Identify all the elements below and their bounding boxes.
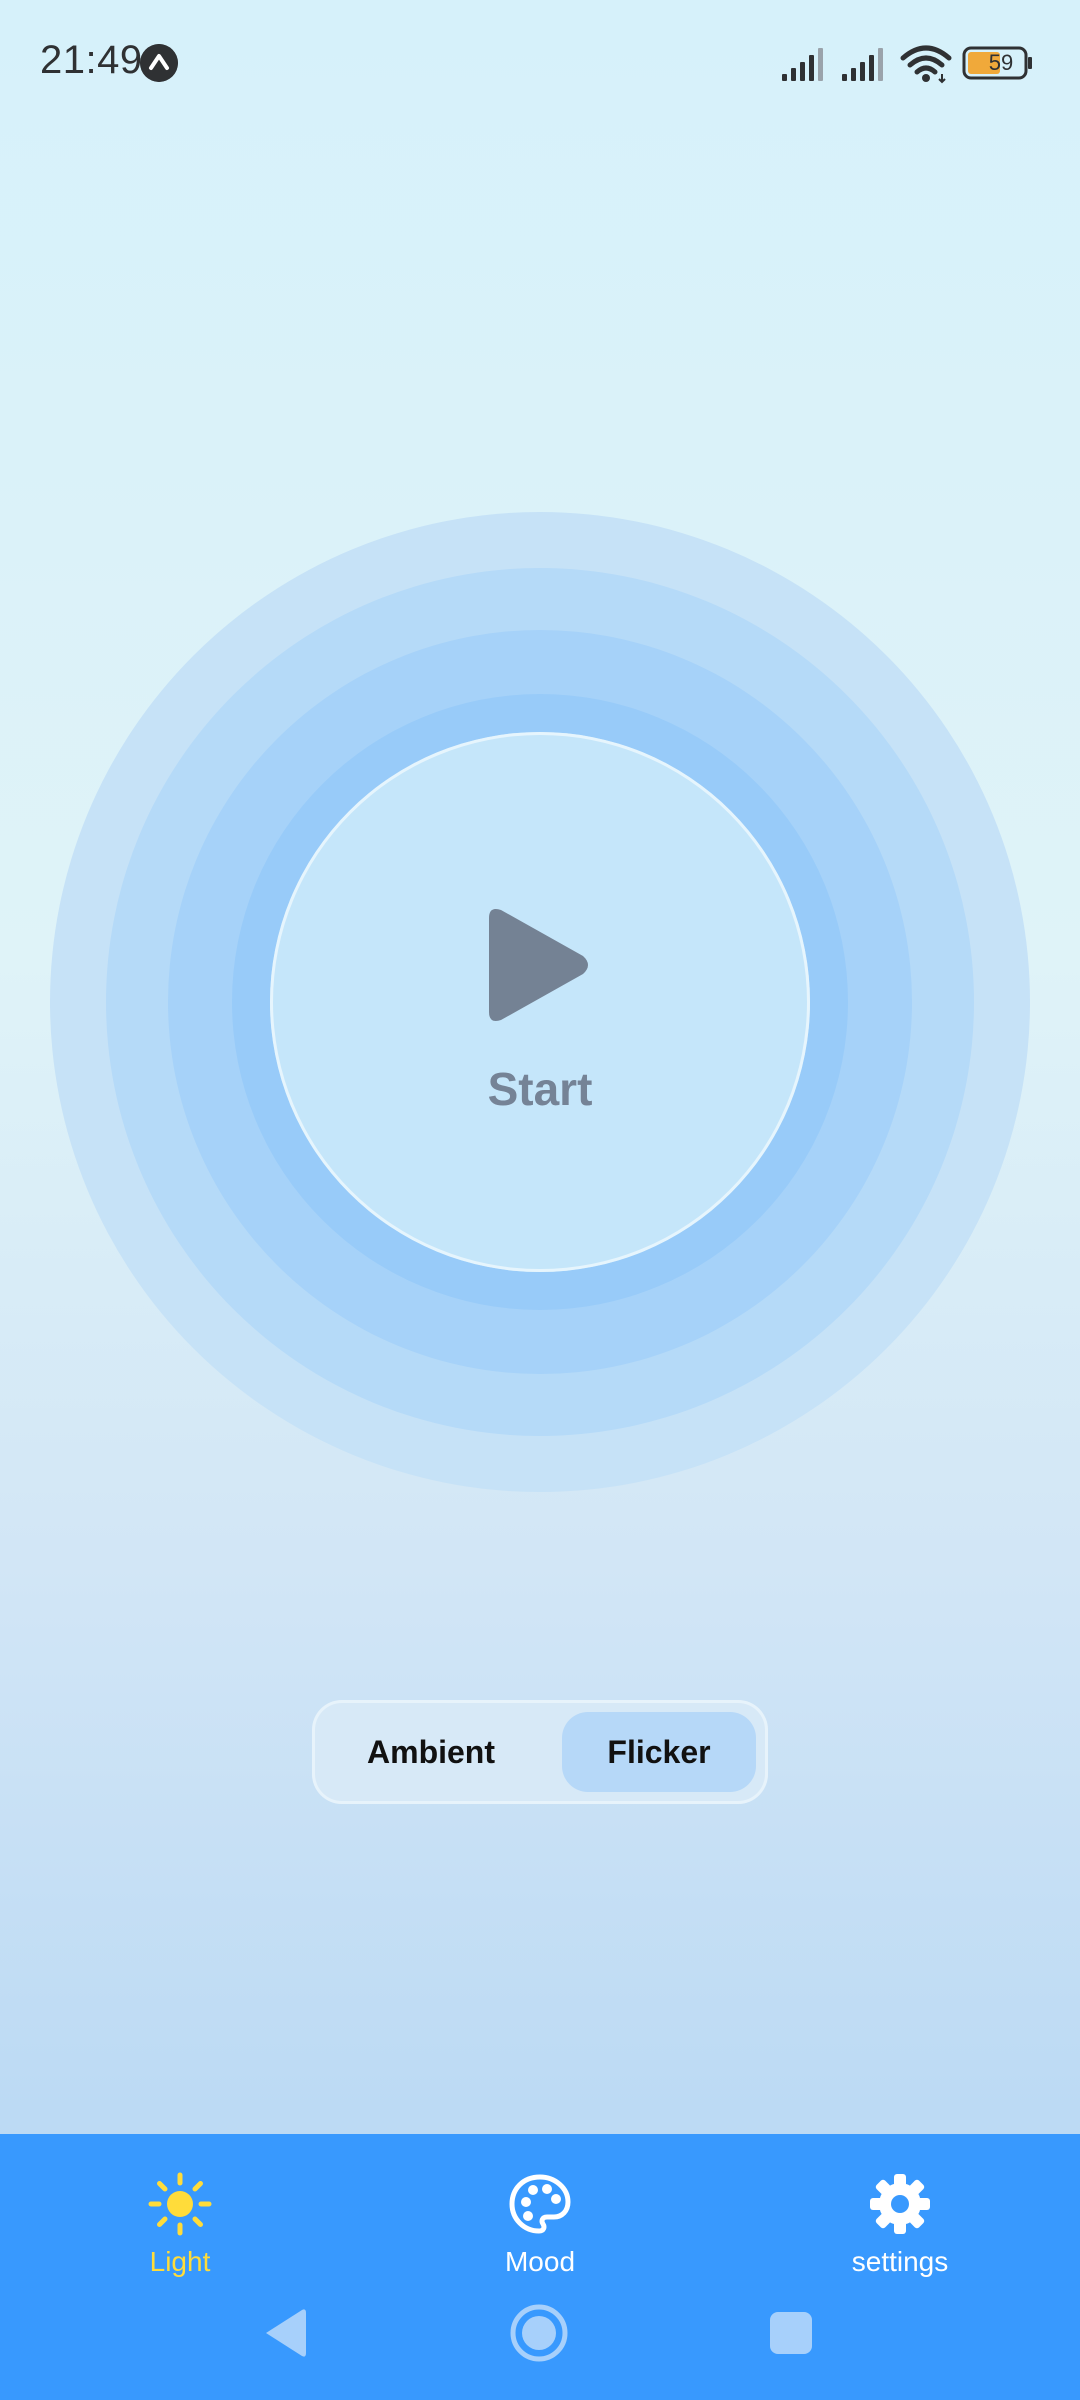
mode-option-ambient[interactable]: Ambient [326,1712,536,1792]
home-icon[interactable] [504,2298,574,2368]
nav-label-settings: settings [851,2246,949,2277]
play-icon[interactable] [485,904,593,1026]
back-icon[interactable] [250,2298,320,2368]
mode-toggle: Ambient Flicker [312,1700,768,1804]
sun-icon [148,2172,212,2236]
recents-icon[interactable] [756,2298,826,2368]
start-label[interactable]: Start [370,1062,710,1116]
palette-icon [509,2174,571,2234]
signal-bars-icon [782,48,823,81]
wifi-icon [900,45,952,84]
battery-level: 59 [988,50,1014,75]
status-time: 21:49 [40,38,143,82]
bottom-nav-bar: Light Mood settings [0,2134,1080,2400]
signal-bars-icon [842,48,883,81]
mode-option-flicker[interactable]: Flicker [562,1712,756,1792]
nav-item-light[interactable]: Light [80,2154,280,2294]
nav-label-mood: Mood [504,2246,576,2277]
nav-item-settings[interactable]: settings [800,2154,1000,2294]
nav-label-light: Light [149,2246,211,2277]
nav-item-mood[interactable]: Mood [440,2154,640,2294]
caret-up-circle-icon [140,44,178,82]
status-bar: 21:49 59 [0,0,1080,130]
gear-icon [870,2174,930,2234]
